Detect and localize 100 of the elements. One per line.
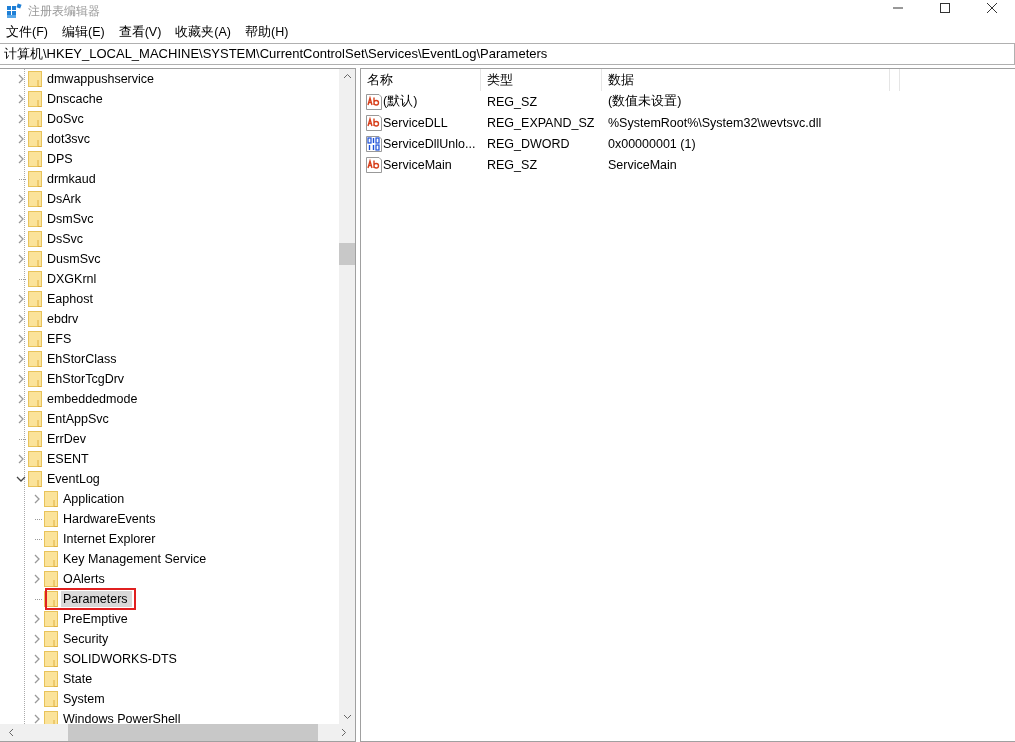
chevron-right-icon[interactable]: [32, 494, 42, 504]
chevron-right-icon[interactable]: [16, 314, 26, 324]
chevron-right-icon[interactable]: [32, 674, 42, 684]
tree-item[interactable]: HardwareEvents: [61, 511, 160, 527]
tree-item[interactable]: OAlerts: [61, 571, 109, 587]
tree-item[interactable]: Windows PowerShell: [61, 711, 185, 724]
tree-item[interactable]: Application: [61, 491, 129, 507]
window-title: 注册表编辑器: [28, 2, 100, 20]
folder-icon: [28, 291, 42, 307]
folder-icon: [28, 471, 42, 487]
caret-right-icon[interactable]: [341, 728, 347, 737]
menu-item[interactable]: 文件(F): [6, 23, 48, 41]
chevron-right-icon[interactable]: [16, 154, 26, 164]
chevron-right-icon[interactable]: [16, 254, 26, 264]
chevron-right-icon[interactable]: [16, 134, 26, 144]
folder-icon: [44, 571, 58, 587]
chevron-right-icon[interactable]: [32, 694, 42, 704]
folder-icon: [28, 311, 42, 327]
chevron-right-icon[interactable]: [16, 414, 26, 424]
tree-item[interactable]: EFS: [45, 331, 76, 347]
chevron-right-icon[interactable]: [16, 354, 26, 364]
chevron-right-icon[interactable]: [32, 634, 42, 644]
caret-up-icon[interactable]: [342, 73, 352, 79]
tree-item[interactable]: DPS: [45, 151, 77, 167]
address-field[interactable]: 计算机\HKEY_LOCAL_MACHINE\SYSTEM\CurrentControlSet\Services\EventLog\Parameters: [0, 43, 1015, 65]
folder-icon: [28, 151, 42, 167]
tree-item[interactable]: Eaphost: [45, 291, 97, 307]
tree-item[interactable]: Security: [61, 631, 113, 647]
tree-item[interactable]: ESENT: [45, 451, 93, 467]
folder-icon: [28, 131, 42, 147]
registry-icon: [6, 3, 22, 19]
tree-item[interactable]: DoSvc: [45, 111, 88, 127]
folder-icon: [44, 551, 58, 567]
tree-item[interactable]: EntAppSvc: [45, 411, 113, 427]
chevron-right-icon[interactable]: [16, 114, 26, 124]
folder-icon: [28, 431, 42, 447]
caret-down-icon[interactable]: [342, 714, 352, 720]
chevron-right-icon[interactable]: [16, 394, 26, 404]
chevron-right-icon[interactable]: [32, 614, 42, 624]
column-header[interactable]: 类型: [481, 69, 602, 91]
tree-item[interactable]: DsmSvc: [45, 211, 98, 227]
value-data: ServiceMain: [607, 157, 678, 172]
folder-icon: [28, 91, 42, 107]
tree-item[interactable]: Key Management Service: [61, 551, 211, 567]
chevron-right-icon[interactable]: [32, 654, 42, 664]
chevron-down-icon[interactable]: [16, 474, 26, 484]
tree-item[interactable]: ErrDev: [45, 431, 90, 447]
tree-item[interactable]: Dnscache: [45, 91, 107, 107]
value-name[interactable]: ServiceDLL: [383, 115, 448, 130]
value-type: REG_SZ: [486, 157, 538, 172]
scrollbar-thumb[interactable]: [339, 243, 355, 265]
chevron-right-icon[interactable]: [16, 74, 26, 84]
tree-item[interactable]: System: [61, 691, 109, 707]
chevron-right-icon[interactable]: [32, 714, 42, 724]
chevron-right-icon[interactable]: [16, 294, 26, 304]
horizontal-scrollbar[interactable]: [0, 724, 355, 741]
menu-item[interactable]: 查看(V): [118, 23, 162, 41]
value-name[interactable]: ServiceDllUnlo...: [383, 136, 476, 151]
tree-item[interactable]: SOLIDWORKS-DTS: [61, 651, 181, 667]
string-value-icon: [366, 93, 382, 110]
close-icon: [986, 3, 997, 13]
tree-item[interactable]: State: [61, 671, 97, 687]
chevron-right-icon[interactable]: [16, 374, 26, 384]
chevron-right-icon[interactable]: [16, 94, 26, 104]
menu-item[interactable]: 编辑(E): [61, 23, 105, 41]
tree-item[interactable]: dot3svc: [45, 131, 95, 147]
menu-item[interactable]: 收藏夹(A): [175, 23, 231, 41]
tree-item[interactable]: DsArk: [45, 191, 86, 207]
chevron-right-icon[interactable]: [32, 574, 42, 584]
vertical-scrollbar[interactable]: [339, 69, 355, 724]
value-data: (数值未设置): [607, 93, 683, 110]
column-header[interactable]: 数据: [602, 69, 890, 91]
tree-item[interactable]: EhStorClass: [45, 351, 121, 367]
tree-item[interactable]: PreEmptive: [61, 611, 132, 627]
tree-item[interactable]: Internet Explorer: [61, 531, 160, 547]
chevron-right-icon[interactable]: [16, 334, 26, 344]
tree-item[interactable]: Parameters: [61, 591, 132, 607]
chevron-right-icon[interactable]: [16, 234, 26, 244]
tree-item[interactable]: embeddedmode: [45, 391, 142, 407]
tree-item[interactable]: dmwappushservice: [45, 71, 158, 87]
value-name[interactable]: (默认): [383, 93, 418, 110]
value-name[interactable]: ServiceMain: [383, 157, 452, 172]
scrollbar-thumb[interactable]: [68, 724, 318, 741]
column-header[interactable]: 名称: [361, 69, 481, 91]
chevron-right-icon[interactable]: [16, 214, 26, 224]
chevron-right-icon[interactable]: [16, 454, 26, 464]
folder-icon: [44, 691, 58, 707]
tree-item[interactable]: DusmSvc: [45, 251, 105, 267]
tree-item[interactable]: DXGKrnl: [45, 271, 101, 287]
chevron-right-icon[interactable]: [32, 554, 42, 564]
chevron-right-icon[interactable]: [16, 194, 26, 204]
tree-item[interactable]: ebdrv: [45, 311, 83, 327]
caret-left-icon[interactable]: [8, 728, 14, 737]
tree-item[interactable]: EventLog: [45, 471, 104, 487]
tree-item[interactable]: EhStorTcgDrv: [45, 371, 129, 387]
folder-icon: [44, 611, 58, 627]
menu-item[interactable]: 帮助(H): [245, 23, 289, 41]
tree-item[interactable]: DsSvc: [45, 231, 88, 247]
tree-item[interactable]: drmkaud: [45, 171, 100, 187]
folder-icon: [28, 211, 42, 227]
